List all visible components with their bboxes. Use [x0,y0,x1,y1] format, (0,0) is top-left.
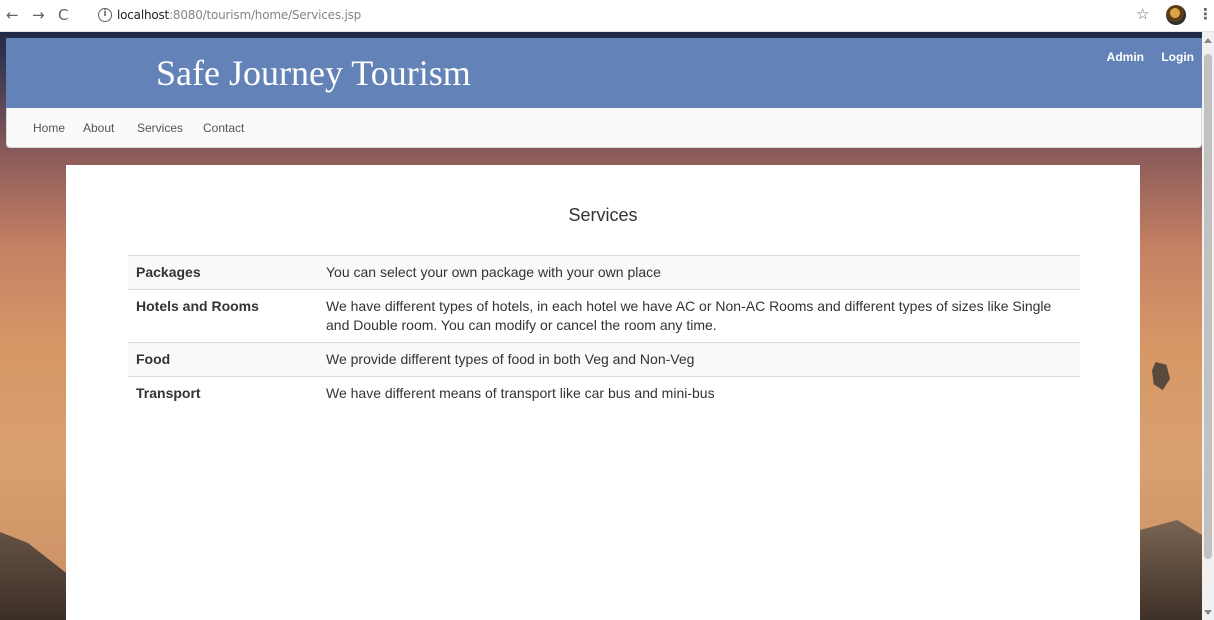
site-title: Safe Journey Tourism [156,53,471,93]
admin-link[interactable]: Admin [1107,50,1144,64]
site-header: Safe Journey Tourism Admin Login [6,38,1202,108]
background-ruins-right [1140,520,1202,620]
table-row: Packages You can select your own package… [128,255,1080,290]
content-panel: Services Packages You can select your ow… [66,165,1140,620]
url-host: localhost [117,8,170,22]
address-bar[interactable]: localhost:8080/tourism/home/Services.jsp [117,8,361,22]
login-link[interactable]: Login [1161,50,1194,64]
nav-services[interactable]: Services [137,121,183,135]
table-row: Transport We have different means of tra… [128,376,1080,410]
browser-toolbar: ← → C i localhost:8080/tourism/home/Serv… [0,0,1214,32]
url-path: :8080/tourism/home/Services.jsp [169,8,362,22]
browser-menu-icon[interactable]: ⋮ [1198,5,1213,23]
services-table: Packages You can select your own package… [128,255,1080,410]
scroll-up-icon[interactable] [1204,38,1212,43]
page-title: Services [568,205,638,225]
nav-about[interactable]: About [83,121,114,135]
service-description: We have different means of transport lik… [318,376,1080,410]
forward-arrow-icon[interactable]: → [32,6,45,24]
site-info-icon[interactable]: i [98,8,112,22]
back-arrow-icon[interactable]: ← [6,6,19,24]
top-links: Admin Login [1093,50,1194,64]
nav-contact[interactable]: Contact [203,121,244,135]
table-row: Hotels and Rooms We have different types… [128,289,1080,343]
service-name: Food [128,342,318,377]
service-description: We provide different types of food in bo… [318,342,1080,377]
nav-home[interactable]: Home [33,121,65,135]
reload-icon[interactable]: C [58,6,68,24]
scroll-down-icon[interactable] [1204,610,1212,615]
bookmark-star-icon[interactable]: ☆ [1136,5,1149,23]
table-row: Food We provide different types of food … [128,342,1080,377]
service-name: Transport [128,376,318,410]
scrollbar-thumb[interactable] [1204,54,1212,559]
service-description: We have different types of hotels, in ea… [318,289,1080,343]
service-description: You can select your own package with you… [318,255,1080,290]
page-scrollbar[interactable] [1202,32,1214,620]
main-nav: Home About Services Contact [6,108,1202,148]
service-name: Packages [128,255,318,290]
profile-avatar[interactable] [1166,5,1186,25]
service-name: Hotels and Rooms [128,289,318,343]
